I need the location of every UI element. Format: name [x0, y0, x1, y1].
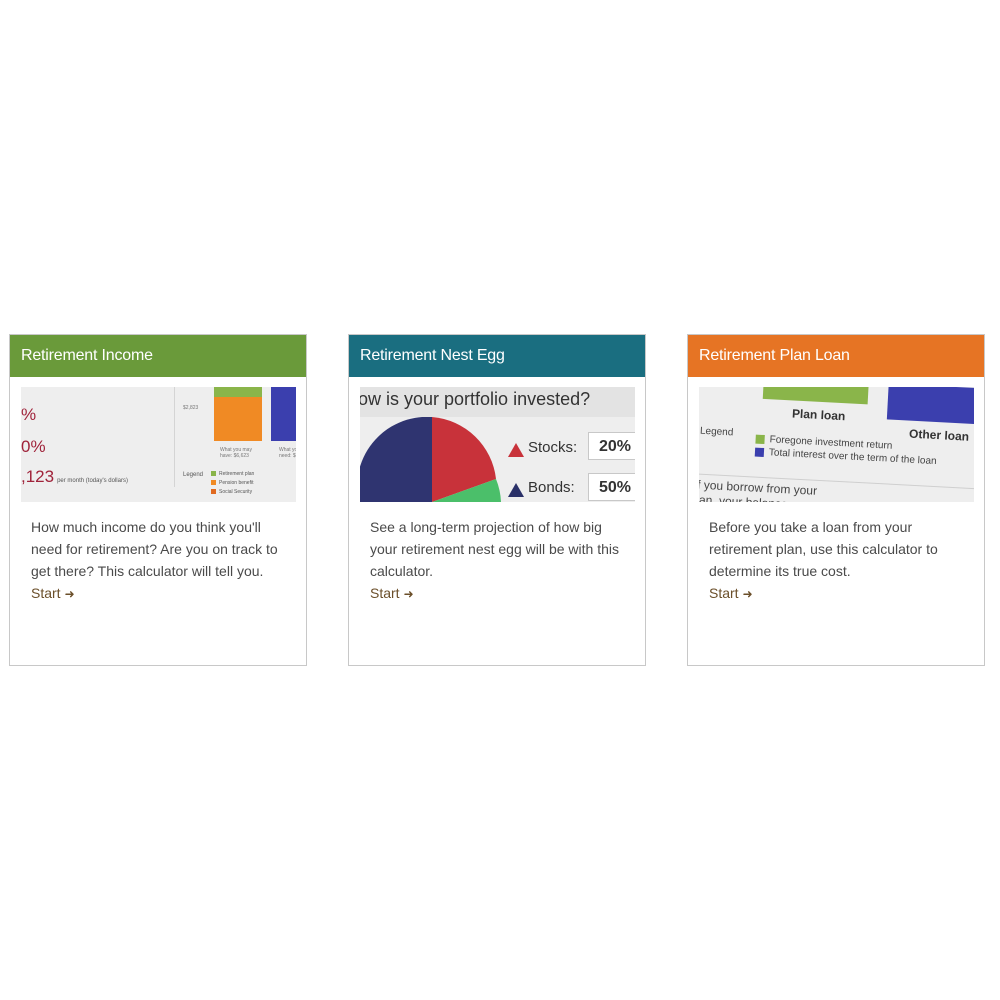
card-description: Before you take a loan from your retirem…: [709, 516, 969, 605]
thumb-row-value: 50%: [588, 473, 635, 501]
thumb-row-value: 20%: [588, 432, 635, 460]
thumb-rotated-content: Plan loan Other loan Legend Foregone inv…: [699, 387, 974, 502]
thumb-divider: [174, 387, 175, 487]
start-link-label: Start: [370, 585, 400, 601]
triangle-icon: [508, 483, 524, 497]
thumb-column-2: Other loan: [908, 426, 970, 444]
card-thumbnail[interactable]: ow is your portfolio invested? Stocks: 2…: [360, 387, 635, 502]
start-link[interactable]: Start ➜: [31, 582, 75, 605]
thumb-column-1: Plan loan: [791, 406, 846, 424]
arrow-right-icon: ➜: [742, 587, 753, 601]
start-link[interactable]: Start ➜: [709, 582, 753, 605]
thumb-bar-caption-2: What yo need: $6,: [279, 447, 296, 459]
thumb-question: ow is your portfolio invested?: [360, 389, 591, 409]
pie-chart: [360, 417, 501, 502]
card-title[interactable]: Retirement Plan Loan: [688, 335, 984, 377]
thumb-per-month-note: per month (today's dollars): [57, 478, 128, 484]
thumb-legend-label: Legend: [183, 472, 204, 478]
card-description-text: How much income do you think you'll need…: [31, 519, 278, 579]
thumb-bar-caption-1: What you may have: $6,623: [220, 447, 252, 459]
calculator-card-retirement-income: Retirement Income % 0% ,123 per month (to…: [9, 334, 307, 666]
thumb-legend-item: Retirement plan: [211, 471, 254, 477]
thumb-bar-blue: [886, 387, 974, 425]
calculator-card-retirement-plan-loan: Retirement Plan Loan Plan loan Other loa…: [687, 334, 985, 666]
thumb-value-3: ,123 per month (today's dollars): [21, 467, 128, 487]
thumb-legend-item: Total interest over the term of the loan: [754, 447, 937, 467]
card-description: How much income do you think you'll need…: [31, 516, 291, 605]
card-thumbnail[interactable]: Plan loan Other loan Legend Foregone inv…: [699, 387, 974, 502]
thumb-bar-green: [214, 387, 262, 397]
thumb-legend-item: Social Security: [211, 489, 252, 495]
thumb-bar-green: [762, 387, 869, 405]
arrow-right-icon: ➜: [64, 587, 75, 601]
card-title[interactable]: Retirement Nest Egg: [349, 335, 645, 377]
thumb-row-label: Stocks:: [528, 439, 578, 456]
card-description-text: See a long-term projection of how big yo…: [370, 519, 619, 579]
thumb-legend-item: Pension benefit: [211, 480, 253, 486]
card-description-text: Before you take a loan from your retirem…: [709, 519, 938, 579]
arrow-right-icon: ➜: [403, 587, 414, 601]
start-link[interactable]: Start ➜: [370, 582, 414, 605]
thumb-row-label: Bonds:: [528, 479, 575, 496]
card-title[interactable]: Retirement Income: [10, 335, 306, 377]
thumb-legend-label: Legend: [699, 425, 734, 439]
thumb-axis-tick: $2,823: [183, 405, 199, 411]
thumb-value-1: %: [21, 405, 37, 424]
card-description: See a long-term projection of how big yo…: [370, 516, 630, 605]
thumb-bar-orange: [214, 397, 262, 441]
thumb-value-2: 0%: [21, 437, 46, 456]
triangle-icon: [508, 443, 524, 457]
start-link-label: Start: [31, 585, 61, 601]
thumb-value-3-amount: ,123: [21, 467, 55, 486]
thumb-bar-blue: [271, 387, 296, 441]
calculator-card-retirement-nest-egg: Retirement Nest Egg ow is your portfolio…: [348, 334, 646, 666]
start-link-label: Start: [709, 585, 739, 601]
pie-slice-bonds: [360, 417, 432, 502]
card-thumbnail[interactable]: % 0% ,123 per month (today's dollars) $2,…: [21, 387, 296, 502]
